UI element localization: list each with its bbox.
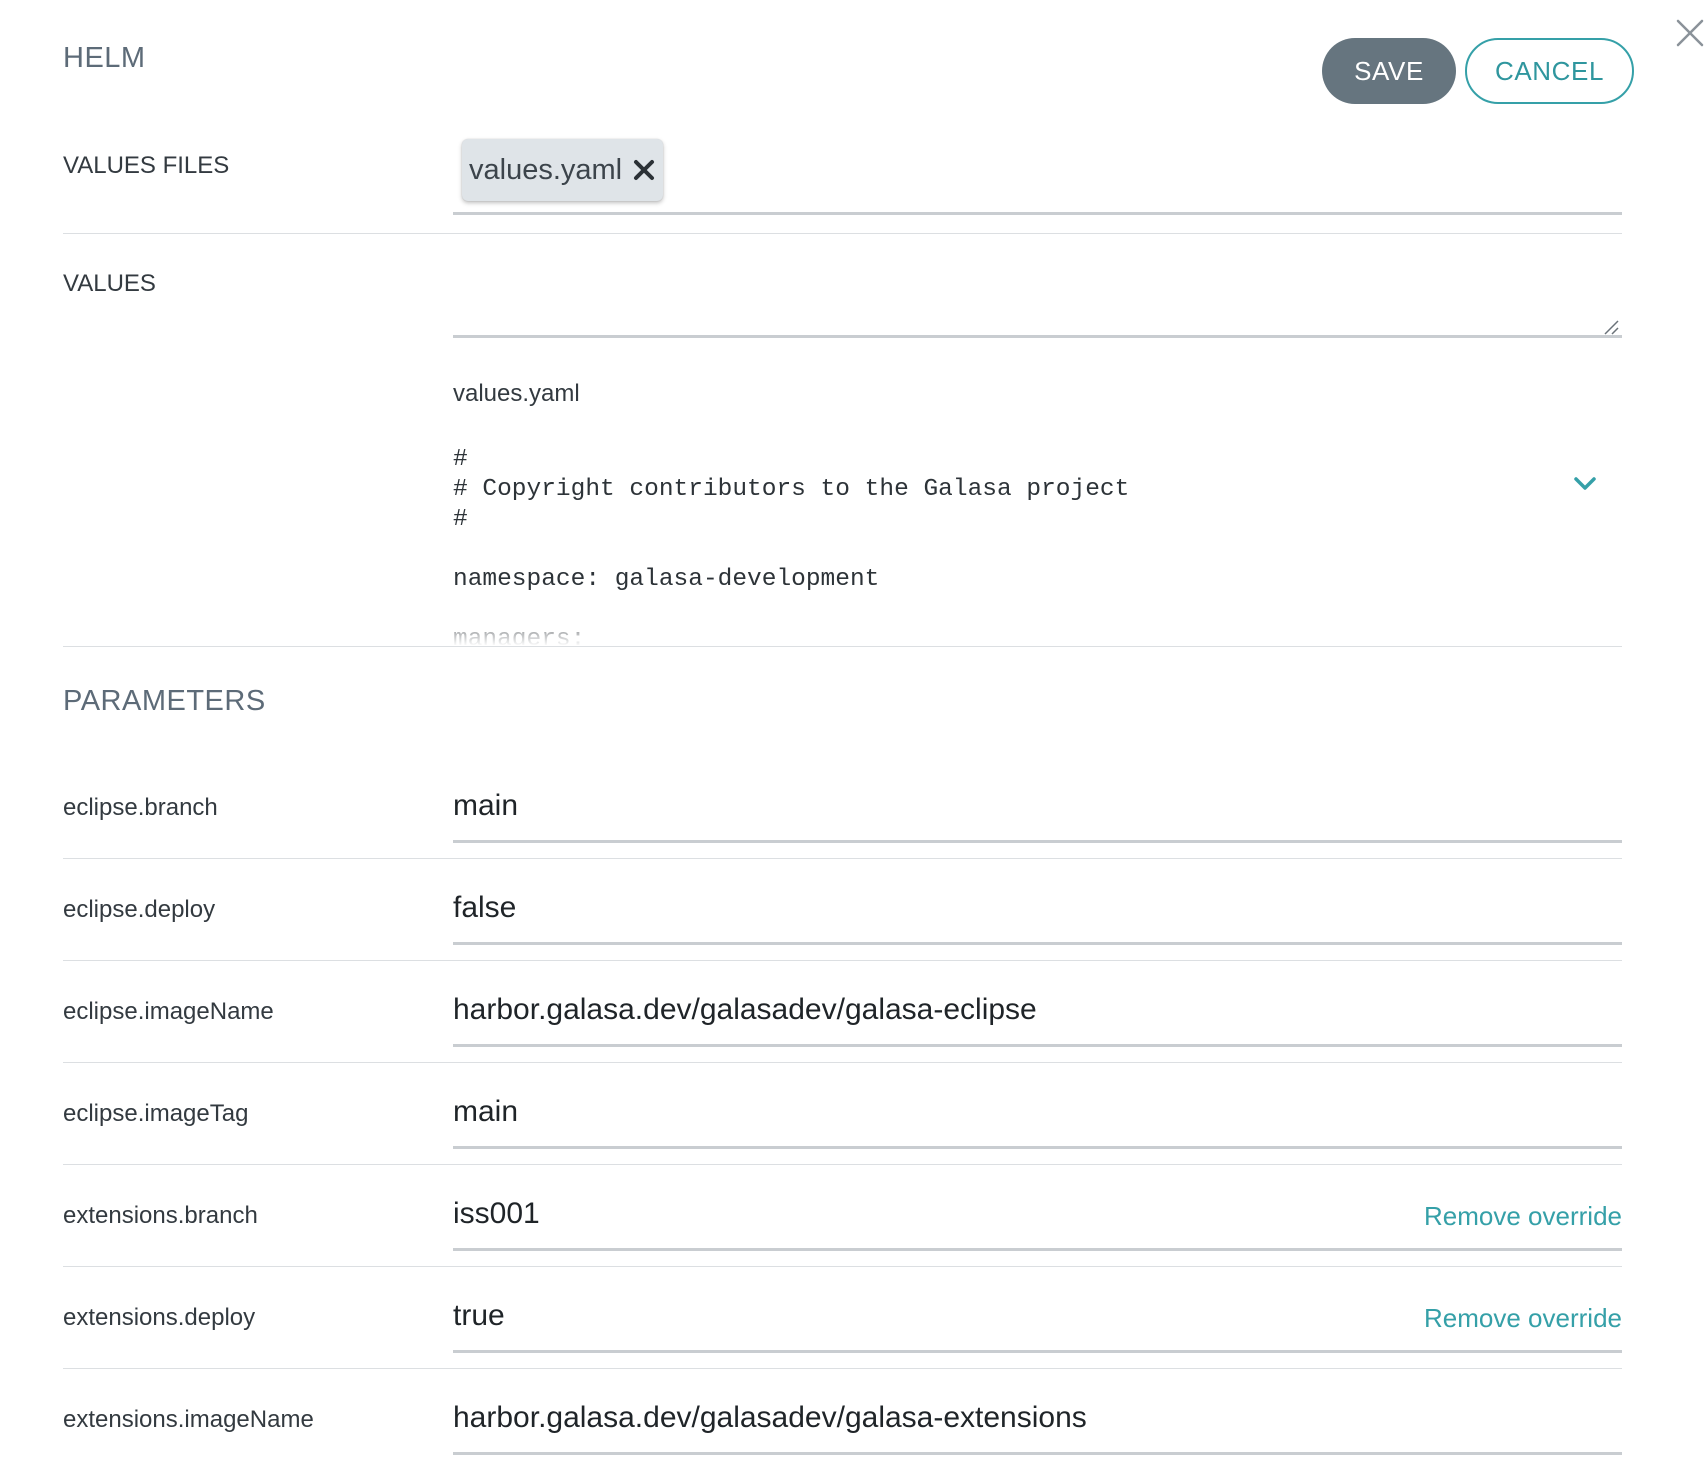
divider xyxy=(63,1164,1622,1165)
divider xyxy=(63,646,1622,647)
divider xyxy=(63,858,1622,859)
param-input-underline xyxy=(453,1044,1622,1047)
param-label: extensions.branch xyxy=(63,1202,258,1229)
values-files-label: VALUES FILES xyxy=(63,152,230,179)
param-input-extensions-deploy[interactable] xyxy=(453,1294,1353,1338)
param-input-eclipse-imagetag[interactable] xyxy=(453,1090,1353,1134)
divider xyxy=(63,1368,1622,1369)
chip-label: values.yaml xyxy=(469,153,623,186)
chip-remove-icon[interactable] xyxy=(632,158,656,182)
section-title-parameters: PARAMETERS xyxy=(63,685,266,717)
divider xyxy=(63,960,1622,961)
param-label: extensions.imageName xyxy=(63,1406,314,1433)
param-input-underline xyxy=(453,1350,1622,1353)
divider xyxy=(63,233,1622,234)
chevron-down-icon[interactable] xyxy=(1570,472,1600,496)
param-label: eclipse.imageTag xyxy=(63,1100,249,1127)
remove-override-link[interactable]: Remove override xyxy=(1424,1201,1622,1232)
param-label: eclipse.branch xyxy=(63,794,218,821)
param-input-extensions-imagename[interactable] xyxy=(453,1396,1353,1440)
param-input-underline xyxy=(453,840,1622,843)
preview-fade xyxy=(453,610,1622,646)
values-textarea-underline xyxy=(453,335,1622,338)
divider xyxy=(63,1266,1622,1267)
cancel-button[interactable]: CANCEL xyxy=(1465,38,1634,104)
values-file-chip: values.yaml xyxy=(462,139,663,201)
param-label: eclipse.imageName xyxy=(63,998,274,1025)
section-title-helm: HELM xyxy=(63,42,146,74)
param-input-underline xyxy=(453,1452,1622,1455)
param-input-eclipse-deploy[interactable] xyxy=(453,886,1353,930)
param-input-underline xyxy=(453,1146,1622,1149)
values-textarea[interactable] xyxy=(453,262,1626,338)
remove-override-link[interactable]: Remove override xyxy=(1424,1303,1622,1334)
param-input-extensions-branch[interactable] xyxy=(453,1192,1353,1236)
resize-grip-icon[interactable] xyxy=(1602,318,1620,336)
divider xyxy=(63,1062,1622,1063)
param-input-eclipse-branch[interactable] xyxy=(453,784,1353,828)
values-preview-filename: values.yaml xyxy=(453,380,580,407)
param-label: eclipse.deploy xyxy=(63,896,216,923)
param-input-eclipse-imagename[interactable] xyxy=(453,988,1353,1032)
values-label: VALUES xyxy=(63,270,156,297)
param-input-underline xyxy=(453,942,1622,945)
close-icon[interactable] xyxy=(1675,18,1705,48)
param-input-underline xyxy=(453,1248,1622,1251)
save-button[interactable]: SAVE xyxy=(1322,38,1456,104)
param-label: extensions.deploy xyxy=(63,1304,256,1331)
values-files-input-underline xyxy=(453,212,1622,215)
